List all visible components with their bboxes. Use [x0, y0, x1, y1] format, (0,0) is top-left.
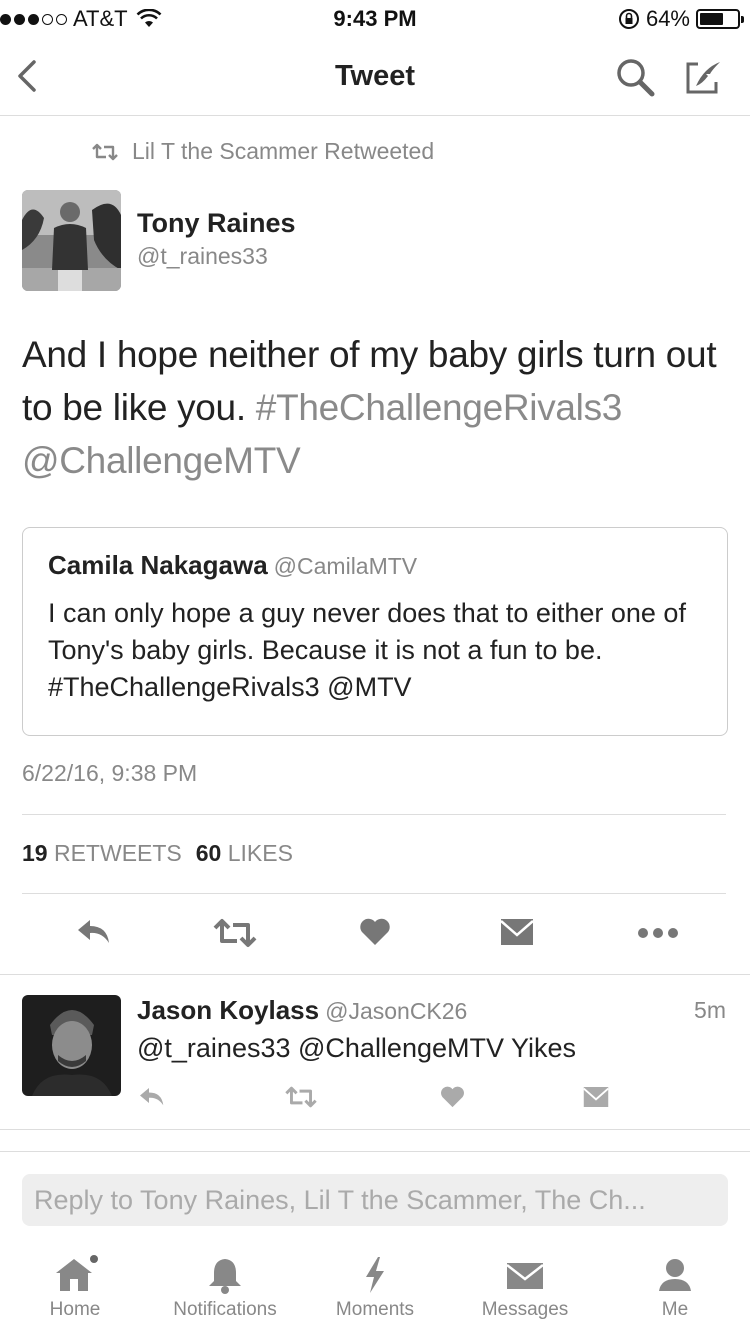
envelope-icon — [500, 919, 534, 945]
reply-like-button[interactable] — [440, 1085, 465, 1114]
quoted-tweet[interactable]: Camila Nakagawa @CamilaMTV I can only hop… — [22, 527, 728, 736]
tab-bar: Home Notifications Moments Messages Me — [0, 1241, 750, 1333]
tweet-text: And I hope neither of my baby girls turn… — [22, 328, 732, 487]
like-button[interactable] — [359, 917, 391, 952]
tab-moments[interactable]: Moments — [300, 1241, 450, 1333]
reply-time: 5m — [694, 997, 726, 1023]
quoted-author-name: Camila Nakagawa — [48, 550, 268, 580]
person-icon — [659, 1259, 691, 1291]
retweet-icon — [285, 1086, 317, 1108]
tab-messages[interactable]: Messages — [450, 1241, 600, 1333]
home-icon — [56, 1255, 98, 1291]
tab-home[interactable]: Home — [0, 1241, 150, 1333]
reply-author-handle: @JasonCK26 — [325, 998, 468, 1024]
direct-message-button[interactable] — [500, 918, 534, 951]
quoted-author-handle: @CamilaMTV — [273, 553, 418, 579]
tab-home-label: Home — [49, 1299, 101, 1320]
retweet-icon — [213, 919, 257, 947]
search-button[interactable] — [614, 56, 658, 100]
battery-status: 64% — [618, 6, 744, 32]
rotation-lock-icon — [618, 9, 639, 29]
battery-percent: 64% — [645, 6, 690, 31]
reply-author-name[interactable]: Jason Koylass @JasonCK26 — [137, 995, 467, 1026]
reply-retweet-button[interactable] — [284, 1086, 318, 1113]
envelope-icon — [583, 1087, 609, 1107]
retweeted-by-label: Lil T the Scammer Retweeted — [132, 138, 435, 164]
reply-input[interactable] — [22, 1174, 728, 1226]
tab-messages-label: Messages — [481, 1299, 569, 1320]
bell-icon — [209, 1259, 241, 1294]
retweet-button[interactable] — [213, 918, 257, 953]
reply-button[interactable] — [76, 916, 112, 953]
tab-moments-label: Moments — [335, 1299, 415, 1320]
author-handle[interactable]: @t_raines33 — [137, 243, 268, 270]
quoted-tweet-header: Camila Nakagawa @CamilaMTV — [48, 550, 417, 581]
hashtag-link[interactable]: #TheChallengeRivals3 — [256, 387, 623, 428]
nav-bar: Tweet — [0, 40, 750, 116]
author-name[interactable]: Tony Raines — [137, 208, 296, 239]
envelope-icon — [506, 1263, 544, 1289]
heart-icon — [441, 1086, 464, 1108]
search-icon — [617, 59, 655, 97]
like-count[interactable]: 60 LIKES — [196, 840, 293, 867]
battery-icon — [696, 9, 744, 29]
quoted-tweet-text: I can only hope a guy never does that to… — [48, 598, 686, 702]
tab-notifications[interactable]: Notifications — [150, 1241, 300, 1333]
retweet-icon — [92, 143, 118, 160]
lightning-icon — [366, 1257, 384, 1293]
retweeted-by[interactable]: Lil T the Scammer Retweeted — [90, 138, 434, 165]
author-avatar[interactable] — [22, 190, 121, 291]
tab-notifications-label: Notifications — [173, 1299, 277, 1320]
divider — [22, 814, 726, 815]
reply-icon — [140, 1088, 164, 1106]
reply-tweet[interactable]: Jason Koylass @JasonCK26 5m @t_raines33 @… — [0, 974, 750, 1130]
reply-icon — [78, 920, 109, 943]
heart-icon — [360, 918, 390, 945]
reply-author-avatar[interactable] — [22, 995, 121, 1096]
engagement-counts: 19 RETWEETS 60 LIKES — [22, 840, 293, 867]
mention-link[interactable]: @ChallengeMTV — [22, 440, 301, 481]
tweet-timestamp: 6/22/16, 9:38 PM — [22, 760, 198, 786]
more-icon — [638, 928, 678, 938]
compose-button[interactable] — [680, 56, 724, 100]
reply-reply-button[interactable] — [138, 1085, 166, 1114]
reply-composer — [0, 1151, 750, 1241]
compose-icon — [686, 62, 720, 94]
retweet-count[interactable]: 19 RETWEETS — [22, 840, 182, 867]
reply-text: @t_raines33 @ChallengeMTV Yikes — [137, 1033, 577, 1063]
more-button[interactable] — [637, 926, 679, 945]
tab-me-label: Me — [661, 1299, 689, 1320]
tab-me[interactable]: Me — [600, 1241, 750, 1333]
reply-message-button[interactable] — [583, 1086, 609, 1113]
status-bar: AT&T 9:43 PM 64% — [0, 0, 750, 40]
divider — [22, 893, 726, 894]
